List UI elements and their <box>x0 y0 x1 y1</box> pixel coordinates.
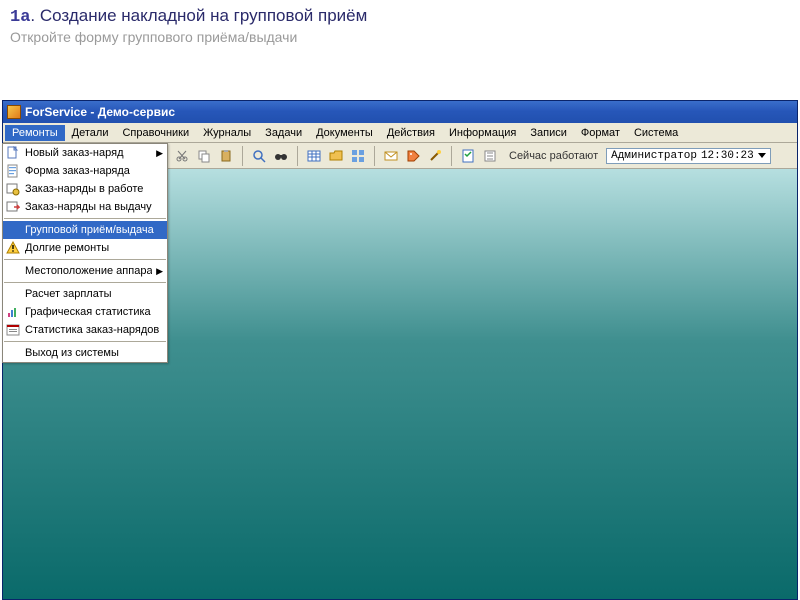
menu-subitem-label: Выход из системы <box>25 347 163 359</box>
form-doc-icon <box>5 163 21 179</box>
none-icon <box>5 345 21 361</box>
paste-icon[interactable] <box>217 147 235 165</box>
wand-icon[interactable] <box>426 147 444 165</box>
new-doc-icon <box>5 145 21 161</box>
toolbar-separator <box>297 146 298 166</box>
mail-icon[interactable] <box>382 147 400 165</box>
menu-subitem[interactable]: Выход из системы <box>3 344 167 362</box>
menu-dropdown-remonty: Новый заказ-наряд ▶ Форма заказ-наряда Зака… <box>2 143 168 363</box>
menu-subitem[interactable]: Графическая статистика <box>3 303 167 321</box>
menu-subitem[interactable]: Местоположение аппаратов ▶ <box>3 262 167 280</box>
none-icon <box>5 286 21 302</box>
titlebar[interactable]: ForService - Демо-сервис <box>3 101 797 123</box>
menu-separator <box>4 341 166 342</box>
menu-item[interactable]: Детали <box>65 125 116 141</box>
menubar: РемонтыДеталиСправочникиЖурналыЗадачиДок… <box>3 123 797 143</box>
slide-step-title: 1a. Создание накладной на групповой приё… <box>10 6 790 27</box>
scissors-icon[interactable] <box>173 147 191 165</box>
table-icon[interactable] <box>305 147 323 165</box>
menu-subitem-label: Статистика заказ-нарядов <box>25 324 163 336</box>
menu-subitem-label: Заказ-наряды в работе <box>25 183 163 195</box>
tag-icon[interactable] <box>404 147 422 165</box>
folder-icon[interactable] <box>327 147 345 165</box>
menu-subitem-label: Новый заказ-наряд <box>25 147 152 159</box>
menu-subitem-label: Форма заказ-наряда <box>25 165 163 177</box>
window-title: ForService - Демо-сервис <box>25 105 175 119</box>
submenu-arrow-icon: ▶ <box>156 266 163 277</box>
menu-item[interactable]: Документы <box>309 125 380 141</box>
menu-item[interactable]: Журналы <box>196 125 258 141</box>
status-user: Администратор <box>611 150 697 162</box>
find-icon[interactable] <box>250 147 268 165</box>
menu-item[interactable]: Справочники <box>115 125 196 141</box>
status-label: Сейчас работают <box>509 150 598 162</box>
submenu-arrow-icon: ▶ <box>156 148 163 159</box>
menu-subitem-label: Групповой приём/выдача <box>25 224 163 236</box>
toolbar-separator <box>374 146 375 166</box>
toolbar-separator <box>451 146 452 166</box>
menu-subitem-label: Заказ-наряды на выдачу <box>25 201 163 213</box>
binoculars-icon[interactable] <box>272 147 290 165</box>
menu-subitem-label: Долгие ремонты <box>25 242 163 254</box>
menu-item[interactable]: Задачи <box>258 125 309 141</box>
menu-item[interactable]: Действия <box>380 125 442 141</box>
menu-subitem[interactable]: Новый заказ-наряд ▶ <box>3 144 167 162</box>
menu-item[interactable]: Записи <box>523 125 574 141</box>
toolbar-separator <box>242 146 243 166</box>
slide-header: 1a. Создание накладной на групповой приё… <box>0 0 800 47</box>
step-number: 1a <box>10 8 30 27</box>
menu-subitem-label: Местоположение аппаратов <box>25 265 152 277</box>
menu-separator <box>4 259 166 260</box>
slide-subtitle: Откройте форму группового приёма/выдачи <box>10 29 790 45</box>
menu-item[interactable]: Информация <box>442 125 523 141</box>
task-icon[interactable] <box>459 147 477 165</box>
list-icon[interactable] <box>481 147 499 165</box>
warning-icon <box>5 240 21 256</box>
copy-icon[interactable] <box>195 147 213 165</box>
menu-subitem[interactable]: Долгие ремонты <box>3 239 167 257</box>
chart-icon <box>5 304 21 320</box>
menu-separator <box>4 282 166 283</box>
none-icon <box>5 222 21 238</box>
dropdown-arrow-icon <box>758 153 766 158</box>
status-time: 12:30:23 <box>701 150 754 162</box>
menu-separator <box>4 218 166 219</box>
menu-item[interactable]: Ремонты <box>5 125 65 141</box>
menu-subitem-label: Графическая статистика <box>25 306 163 318</box>
orders-work-icon <box>5 181 21 197</box>
views-icon[interactable] <box>349 147 367 165</box>
menu-item[interactable]: Формат <box>574 125 627 141</box>
orders-out-icon <box>5 199 21 215</box>
status-user-box[interactable]: Администратор 12:30:23 <box>606 148 771 164</box>
menu-subitem[interactable]: Расчет зарплаты <box>3 285 167 303</box>
stats-icon <box>5 322 21 338</box>
menu-subitem[interactable]: Заказ-наряды в работе <box>3 180 167 198</box>
app-icon <box>7 105 21 119</box>
menu-item[interactable]: Система <box>627 125 685 141</box>
menu-subitem-label: Расчет зарплаты <box>25 288 163 300</box>
menu-subitem[interactable]: Форма заказ-наряда <box>3 162 167 180</box>
none-icon <box>5 263 21 279</box>
menu-subitem[interactable]: Статистика заказ-нарядов <box>3 321 167 339</box>
step-title-text: Создание накладной на групповой приём <box>40 6 367 25</box>
menu-subitem[interactable]: Групповой приём/выдача <box>3 221 167 239</box>
menu-subitem[interactable]: Заказ-наряды на выдачу <box>3 198 167 216</box>
